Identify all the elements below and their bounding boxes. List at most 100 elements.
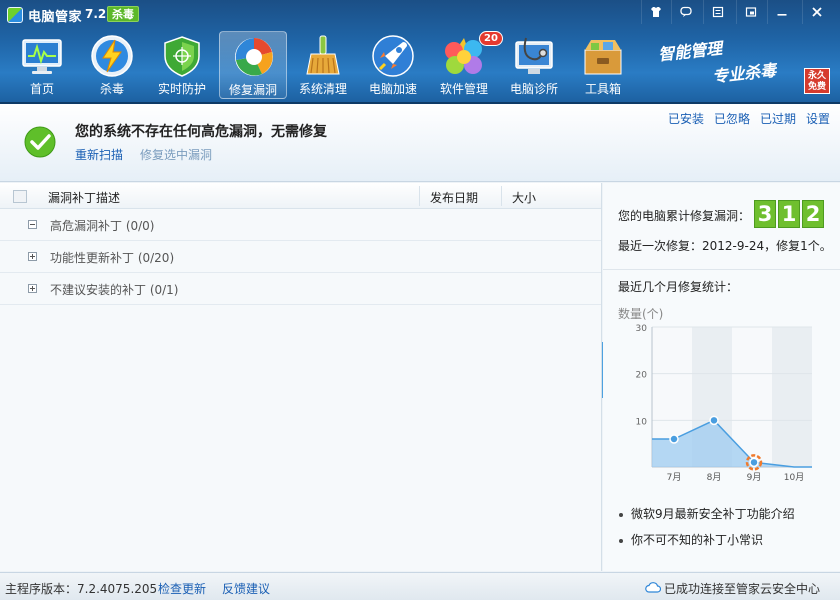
chart-band bbox=[772, 327, 812, 467]
column-divider bbox=[419, 186, 420, 206]
x-tick-label: 8月 bbox=[707, 472, 722, 483]
patch-tips-link[interactable]: 你不可不知的补丁小常识 bbox=[619, 531, 763, 548]
patch-group-label: 不建议安装的补丁 (0/1) bbox=[50, 283, 179, 297]
column-size[interactable]: 大小 bbox=[512, 189, 536, 206]
repair-selected-link[interactable]: 修复选中漏洞 bbox=[140, 146, 212, 163]
patch-info-link[interactable]: 微软9月最新安全补丁功能介绍 bbox=[619, 505, 795, 522]
tool-system-cleanup[interactable]: 系统清理 bbox=[289, 31, 357, 99]
program-version: 主程序版本：7.2.4075.205 bbox=[5, 582, 158, 596]
expand-toggle-icon[interactable] bbox=[28, 252, 37, 261]
minimize-button[interactable] bbox=[767, 0, 795, 24]
column-date[interactable]: 发布日期 bbox=[430, 189, 478, 206]
tool-fix-vulnerabilities[interactable]: 修复漏洞 bbox=[219, 31, 287, 99]
counter-digit: 3 bbox=[754, 200, 776, 228]
counter-digit: 2 bbox=[802, 200, 824, 228]
app-logo-icon bbox=[7, 7, 23, 23]
expand-toggle-icon[interactable] bbox=[28, 284, 37, 293]
ignored-link[interactable]: 已忽略 bbox=[714, 110, 750, 127]
close-icon bbox=[811, 7, 822, 17]
checkmark-icon bbox=[24, 126, 56, 158]
tool-label: 首页 bbox=[29, 82, 54, 96]
rescan-link[interactable]: 重新扫描 bbox=[75, 146, 123, 163]
stats-panel: 您的电脑累计修复漏洞： 3 1 2 最近一次修复：2012-9-24，修复1个。… bbox=[603, 183, 840, 571]
tool-label: 实时防护 bbox=[157, 82, 206, 96]
tool-label: 软件管理 bbox=[439, 82, 488, 96]
panel-divider bbox=[603, 269, 840, 270]
tool-toolbox[interactable]: 工具箱 bbox=[569, 31, 637, 99]
tool-label: 工具箱 bbox=[584, 82, 621, 96]
tool-home[interactable]: 首页 bbox=[8, 31, 76, 99]
column-description[interactable]: 漏洞补丁描述 bbox=[48, 189, 120, 206]
counter-digit: 1 bbox=[778, 200, 800, 228]
y-tick-label: 20 bbox=[636, 371, 648, 381]
y-tick-label: 10 bbox=[636, 417, 648, 427]
close-button[interactable] bbox=[802, 0, 830, 24]
slogan: 智能管理 专业杀毒 bbox=[652, 38, 802, 88]
patch-list: 漏洞补丁描述 发布日期 大小 高危漏洞补丁 (0/0) 功能性更新补丁 (0/2… bbox=[0, 183, 602, 571]
free-forever-stamp: 永久免费 bbox=[804, 68, 830, 94]
patch-group-row[interactable]: 不建议安装的补丁 (0/1) bbox=[0, 273, 601, 305]
cloud-icon bbox=[645, 582, 661, 593]
chat-bubble-icon bbox=[679, 6, 692, 17]
select-all-checkbox[interactable] bbox=[13, 190, 27, 203]
chart-point bbox=[669, 434, 679, 444]
y-tick-label: 30 bbox=[636, 324, 648, 334]
collapse-toggle-icon[interactable] bbox=[28, 220, 37, 229]
antivirus-badge: 杀毒 bbox=[107, 6, 139, 22]
tool-pc-clinic[interactable]: 电脑诊所 bbox=[500, 31, 568, 99]
rocket-icon bbox=[372, 35, 414, 77]
expired-link[interactable]: 已过期 bbox=[760, 110, 796, 127]
last-fix-info: 最近一次修复：2012-9-24，修复1个。 bbox=[618, 239, 832, 253]
column-divider bbox=[501, 186, 502, 206]
patch-group-row[interactable]: 功能性更新补丁 (0/20) bbox=[0, 241, 601, 273]
patch-group-row[interactable]: 高危漏洞补丁 (0/0) bbox=[0, 209, 601, 241]
cloud-connection-status: 已成功连接至管家云安全中心 bbox=[664, 582, 821, 596]
settings-link[interactable]: 设置 bbox=[806, 110, 830, 127]
total-fixed-counter: 3 1 2 bbox=[754, 200, 824, 228]
broom-icon bbox=[306, 35, 340, 75]
tool-label: 系统清理 bbox=[298, 82, 347, 96]
lightning-icon bbox=[91, 35, 133, 77]
chat-button[interactable] bbox=[671, 0, 699, 24]
tool-speed-up[interactable]: 电脑加速 bbox=[359, 31, 427, 99]
x-tick-label: 10月 bbox=[784, 472, 804, 483]
patch-group-label: 功能性更新补丁 (0/20) bbox=[50, 251, 175, 265]
feedback-link[interactable]: 反馈建议 bbox=[222, 580, 270, 597]
tool-realtime-protection[interactable]: 实时防护 bbox=[148, 31, 216, 99]
tool-label: 修复漏洞 bbox=[228, 83, 277, 97]
patch-tips-text: 你不可不知的补丁小常识 bbox=[631, 533, 764, 547]
tool-software-manager[interactable]: 20 软件管理 bbox=[430, 31, 503, 99]
repair-icon bbox=[235, 38, 273, 76]
tool-antivirus[interactable]: 杀毒 bbox=[78, 31, 146, 99]
check-update-link[interactable]: 检查更新 bbox=[158, 580, 206, 597]
status-message: 您的系统不存在任何高危漏洞，无需修复 bbox=[75, 124, 327, 140]
slogan-line-2: 专业杀毒 bbox=[711, 60, 777, 87]
chart-point bbox=[749, 457, 759, 468]
shirt-icon bbox=[650, 7, 661, 17]
minimize-mini-button[interactable] bbox=[736, 0, 764, 24]
total-fixed-label: 您的电脑累计修复漏洞： bbox=[618, 209, 751, 223]
menu-button[interactable] bbox=[703, 0, 731, 24]
menu-icon bbox=[712, 6, 723, 18]
scan-status-header: 您的系统不存在任何高危漏洞，无需修复 重新扫描 修复选中漏洞 已安装 已忽略 已… bbox=[0, 104, 840, 182]
tool-label: 电脑加速 bbox=[368, 82, 417, 96]
bullet-dot bbox=[619, 538, 623, 543]
slogan-line-1: 智能管理 bbox=[657, 38, 723, 65]
installed-link[interactable]: 已安装 bbox=[668, 110, 704, 127]
chart-y-axis-label: 数量(个) bbox=[618, 307, 664, 321]
app-version: 7.2 bbox=[85, 7, 107, 21]
app-title: 电脑管家 bbox=[28, 10, 83, 25]
status-bar: 主程序版本：7.2.4075.205 检查更新 反馈建议 已成功连接至管家云安全… bbox=[0, 572, 840, 600]
monthly-fix-chart: 10 20 30 7月 8月 9月 10月 bbox=[636, 324, 812, 483]
tool-label: 杀毒 bbox=[99, 82, 124, 96]
clinic-icon bbox=[515, 37, 553, 74]
monthly-stats-title: 最近几个月修复统计： bbox=[618, 280, 739, 294]
x-tick-label: 9月 bbox=[747, 472, 762, 483]
bullet-dot bbox=[619, 512, 623, 517]
minimize-icon bbox=[777, 14, 786, 16]
list-header: 漏洞补丁描述 发布日期 大小 bbox=[0, 183, 601, 209]
toolbox-icon bbox=[584, 40, 622, 75]
skin-button[interactable] bbox=[641, 0, 669, 24]
monitor-icon bbox=[22, 39, 62, 74]
chart-point bbox=[709, 415, 719, 426]
